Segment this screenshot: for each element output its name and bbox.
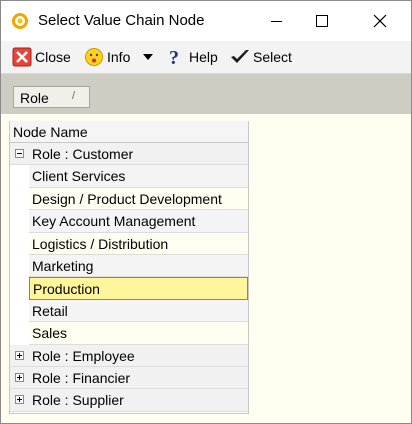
expand-icon[interactable] bbox=[15, 350, 24, 360]
window-title: Select Value Chain Node bbox=[38, 12, 205, 29]
group-by-panel: Role / bbox=[1, 74, 411, 114]
checkmark-icon bbox=[231, 50, 249, 63]
tree-grid-area: Node Name Role : Customer Client Service… bbox=[1, 114, 411, 423]
title-bar[interactable]: Select Value Chain Node bbox=[1, 1, 411, 41]
tree-item-client-services[interactable]: Client Services bbox=[29, 165, 248, 188]
minimize-icon bbox=[270, 20, 282, 22]
tree-item-retail[interactable]: Retail bbox=[29, 299, 248, 323]
tree-item-marketing[interactable]: Marketing bbox=[29, 255, 248, 278]
close-icon bbox=[373, 14, 387, 28]
info-button-label: Info bbox=[107, 49, 131, 65]
help-button-label: Help bbox=[189, 49, 218, 65]
close-button[interactable]: Close bbox=[12, 45, 71, 69]
node-tree[interactable]: Node Name Role : Customer Client Service… bbox=[9, 121, 249, 414]
window-close-button[interactable] bbox=[357, 1, 403, 41]
tree-item-sales[interactable]: Sales bbox=[29, 322, 248, 345]
caret-down-icon bbox=[143, 54, 153, 60]
tree-item-key-account-management[interactable]: Key Account Management bbox=[29, 210, 248, 233]
expand-icon[interactable] bbox=[15, 373, 24, 382]
tree-item-production[interactable]: Production bbox=[29, 277, 248, 300]
toolbar: Close Info ? Help Select bbox=[1, 41, 411, 74]
tree-item-design-product-development[interactable]: Design / Product Development bbox=[29, 187, 248, 211]
select-button[interactable]: Select bbox=[230, 45, 292, 69]
minimize-button[interactable] bbox=[253, 1, 299, 41]
help-question-icon: ? bbox=[169, 47, 179, 67]
column-header-node-name[interactable]: Node Name bbox=[10, 121, 248, 143]
expand-icon[interactable] bbox=[15, 395, 24, 405]
info-button[interactable]: Info bbox=[84, 45, 130, 69]
info-dropdown-button[interactable] bbox=[143, 45, 153, 69]
svg-text:?: ? bbox=[169, 47, 179, 67]
maximize-icon bbox=[316, 15, 328, 27]
collapse-icon[interactable] bbox=[15, 149, 24, 158]
tree-item-logistics-distribution[interactable]: Logistics / Distribution bbox=[29, 232, 248, 255]
group-row-supplier[interactable]: Role : Supplier bbox=[10, 389, 248, 412]
info-smiley-icon bbox=[85, 48, 103, 66]
close-button-label: Close bbox=[35, 49, 71, 65]
group-row-employee[interactable]: Role : Employee bbox=[10, 344, 248, 367]
group-by-label: Role bbox=[20, 90, 49, 106]
group-row-customer[interactable]: Role : Customer bbox=[10, 143, 248, 166]
group-by-role-chip[interactable]: Role / bbox=[13, 86, 90, 108]
select-value-chain-node-window: Select Value Chain Node Close Info ? Hel… bbox=[0, 0, 412, 424]
help-button[interactable]: ? Help bbox=[166, 45, 218, 69]
value-chain-icon bbox=[12, 13, 28, 29]
sort-indicator-icon: / bbox=[72, 90, 76, 102]
select-button-label: Select bbox=[253, 49, 292, 65]
maximize-button[interactable] bbox=[299, 1, 345, 41]
group-row-financier[interactable]: Role : Financier bbox=[10, 367, 248, 390]
close-red-x-icon bbox=[12, 47, 32, 67]
